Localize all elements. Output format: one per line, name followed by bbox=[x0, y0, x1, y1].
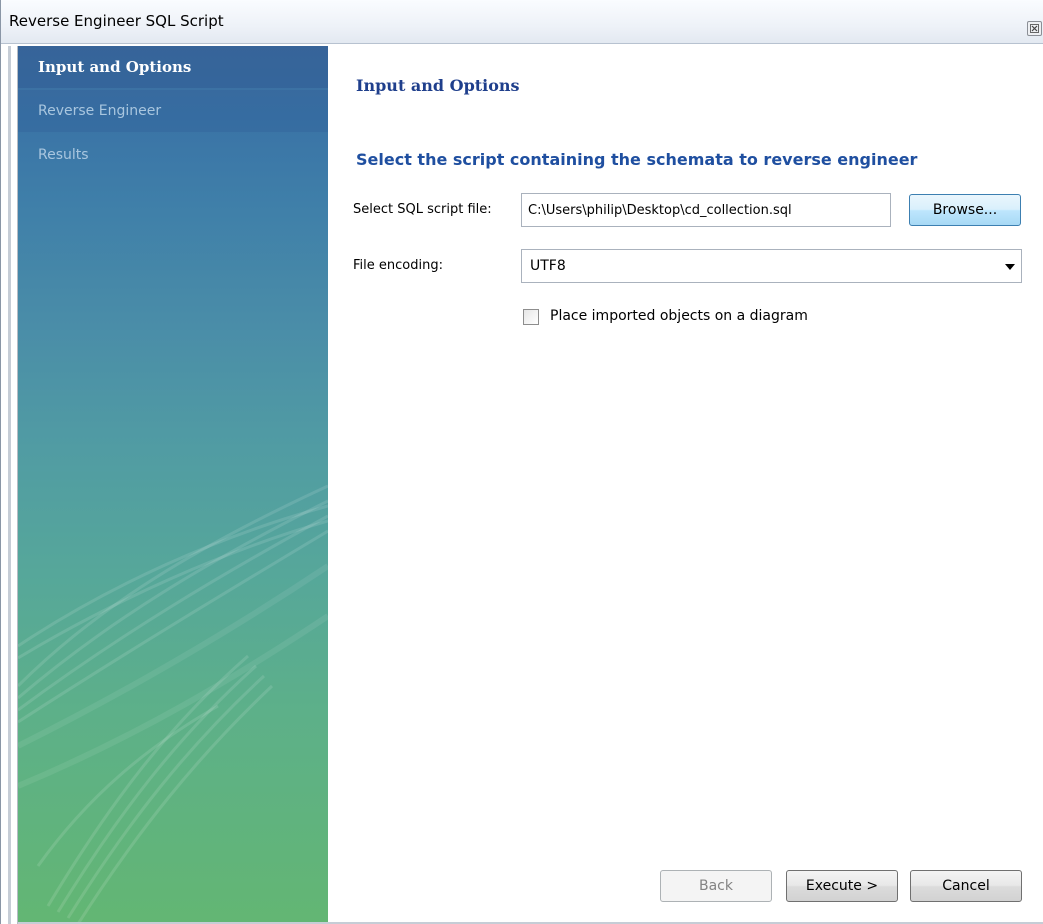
place-on-diagram-checkbox[interactable] bbox=[523, 309, 539, 325]
sidebar-item-input-and-options[interactable]: Input and Options bbox=[18, 46, 328, 88]
encoding-value: UTF8 bbox=[530, 258, 566, 274]
back-button[interactable]: Back bbox=[660, 870, 772, 902]
sidebar-item-reverse-engineer[interactable]: Reverse Engineer bbox=[18, 90, 328, 132]
window-title: Reverse Engineer SQL Script bbox=[9, 12, 224, 30]
script-file-input[interactable] bbox=[521, 193, 891, 227]
section-heading: Select the script containing the schemat… bbox=[356, 150, 918, 169]
chevron-down-icon bbox=[1005, 264, 1015, 270]
sidebar: Input and Options Reverse Engineer Resul… bbox=[18, 46, 328, 924]
close-button[interactable] bbox=[1027, 21, 1042, 36]
sidebar-left-border bbox=[1, 46, 18, 924]
close-icon bbox=[1030, 24, 1039, 33]
sidebar-item-results[interactable]: Results bbox=[18, 134, 328, 176]
script-file-label: Select SQL script file: bbox=[353, 202, 492, 217]
page-title: Input and Options bbox=[356, 76, 520, 95]
encoding-select[interactable]: UTF8 bbox=[521, 249, 1022, 283]
place-on-diagram-label[interactable]: Place imported objects on a diagram bbox=[550, 308, 808, 324]
sidebar-background-art bbox=[18, 484, 328, 924]
dialog-window: Reverse Engineer SQL Script Input and Op… bbox=[0, 0, 1043, 924]
browse-button[interactable]: Browse... bbox=[909, 194, 1021, 226]
execute-button[interactable]: Execute > bbox=[786, 870, 898, 902]
title-bar: Reverse Engineer SQL Script bbox=[1, 0, 1043, 44]
encoding-label: File encoding: bbox=[353, 258, 443, 273]
cancel-button[interactable]: Cancel bbox=[910, 870, 1022, 902]
